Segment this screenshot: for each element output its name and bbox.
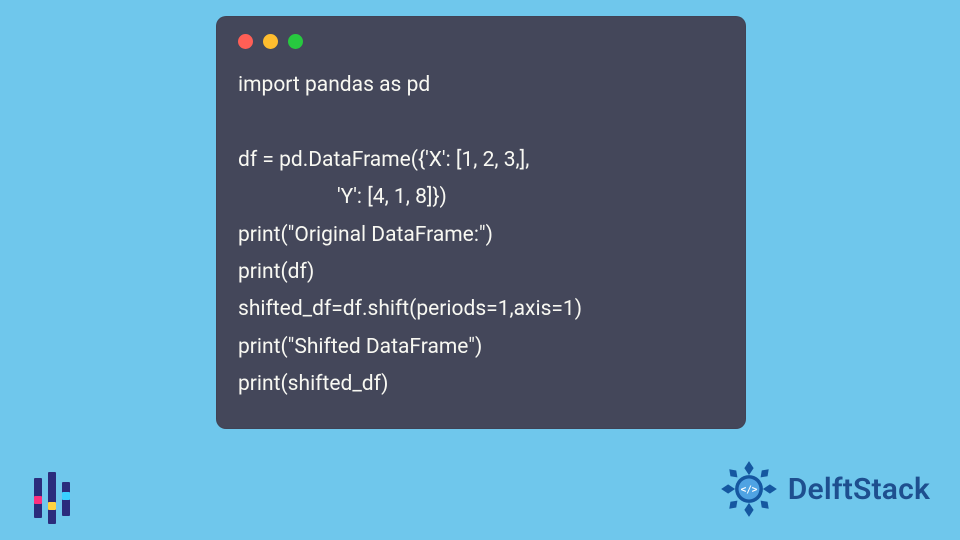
code-block: import pandas as pd df = pd.DataFrame({'…: [238, 67, 724, 403]
code-window: import pandas as pd df = pd.DataFrame({'…: [216, 16, 746, 429]
svg-text:</>: </>: [740, 484, 757, 495]
brand-name: DelftStack: [788, 472, 930, 507]
traffic-light-zoom-icon: [288, 34, 303, 49]
publisher-logo-icon: [30, 472, 84, 524]
traffic-light-minimize-icon: [263, 34, 278, 49]
window-traffic-lights: [238, 34, 724, 49]
traffic-light-close-icon: [238, 34, 253, 49]
brand-medallion-icon: </>: [720, 460, 778, 518]
brand-logo: </> DelftStack: [720, 460, 930, 518]
